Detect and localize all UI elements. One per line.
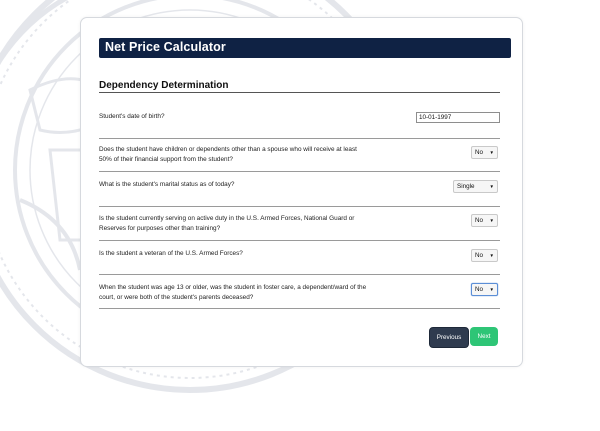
question-dependents: Does the student have children or depend… (99, 146, 357, 163)
active-duty-select[interactable]: No ▼ (471, 214, 498, 227)
chevron-down-icon: ▼ (489, 150, 494, 155)
chevron-down-icon: ▼ (489, 287, 494, 292)
row-divider (99, 240, 500, 241)
date-of-birth-input[interactable]: 10-01-1997 (416, 112, 500, 123)
row-divider (99, 206, 500, 207)
chevron-down-icon: ▼ (489, 218, 494, 223)
dependents-select[interactable]: No ▼ (471, 146, 498, 159)
calculator-card: Net Price Calculator Dependency Determin… (80, 17, 523, 367)
veteran-select[interactable]: No ▼ (471, 249, 498, 262)
question-marital-status: What is the student's marital status as … (99, 181, 235, 188)
question-foster-care: When the student was age 13 or older, wa… (99, 284, 367, 301)
header-bar: Net Price Calculator (99, 38, 511, 58)
question-veteran: Is the student a veteran of the U.S. Arm… (99, 250, 243, 257)
foster-care-select[interactable]: No ▼ (471, 283, 498, 296)
veteran-select-value: No (475, 252, 484, 259)
app-title: Net Price Calculator (105, 40, 226, 54)
marital-status-select[interactable]: Single ▼ (453, 180, 498, 193)
question-date-of-birth: Student's date of birth? (99, 113, 165, 120)
dependents-select-value: No (475, 149, 484, 156)
marital-status-select-value: Single (457, 183, 475, 190)
row-divider (99, 308, 500, 309)
previous-button[interactable]: Previous (429, 327, 469, 348)
row-divider (99, 138, 500, 139)
chevron-down-icon: ▼ (489, 253, 494, 258)
row-divider (99, 274, 500, 275)
question-active-duty: Is the student currently serving on acti… (99, 215, 355, 232)
section-title: Dependency Determination (99, 80, 229, 91)
foster-care-select-value: No (475, 286, 484, 293)
next-button[interactable]: Next (470, 327, 498, 346)
active-duty-select-value: No (475, 217, 484, 224)
chevron-down-icon: ▼ (489, 184, 494, 189)
section-divider (99, 92, 500, 93)
row-divider (99, 171, 500, 172)
